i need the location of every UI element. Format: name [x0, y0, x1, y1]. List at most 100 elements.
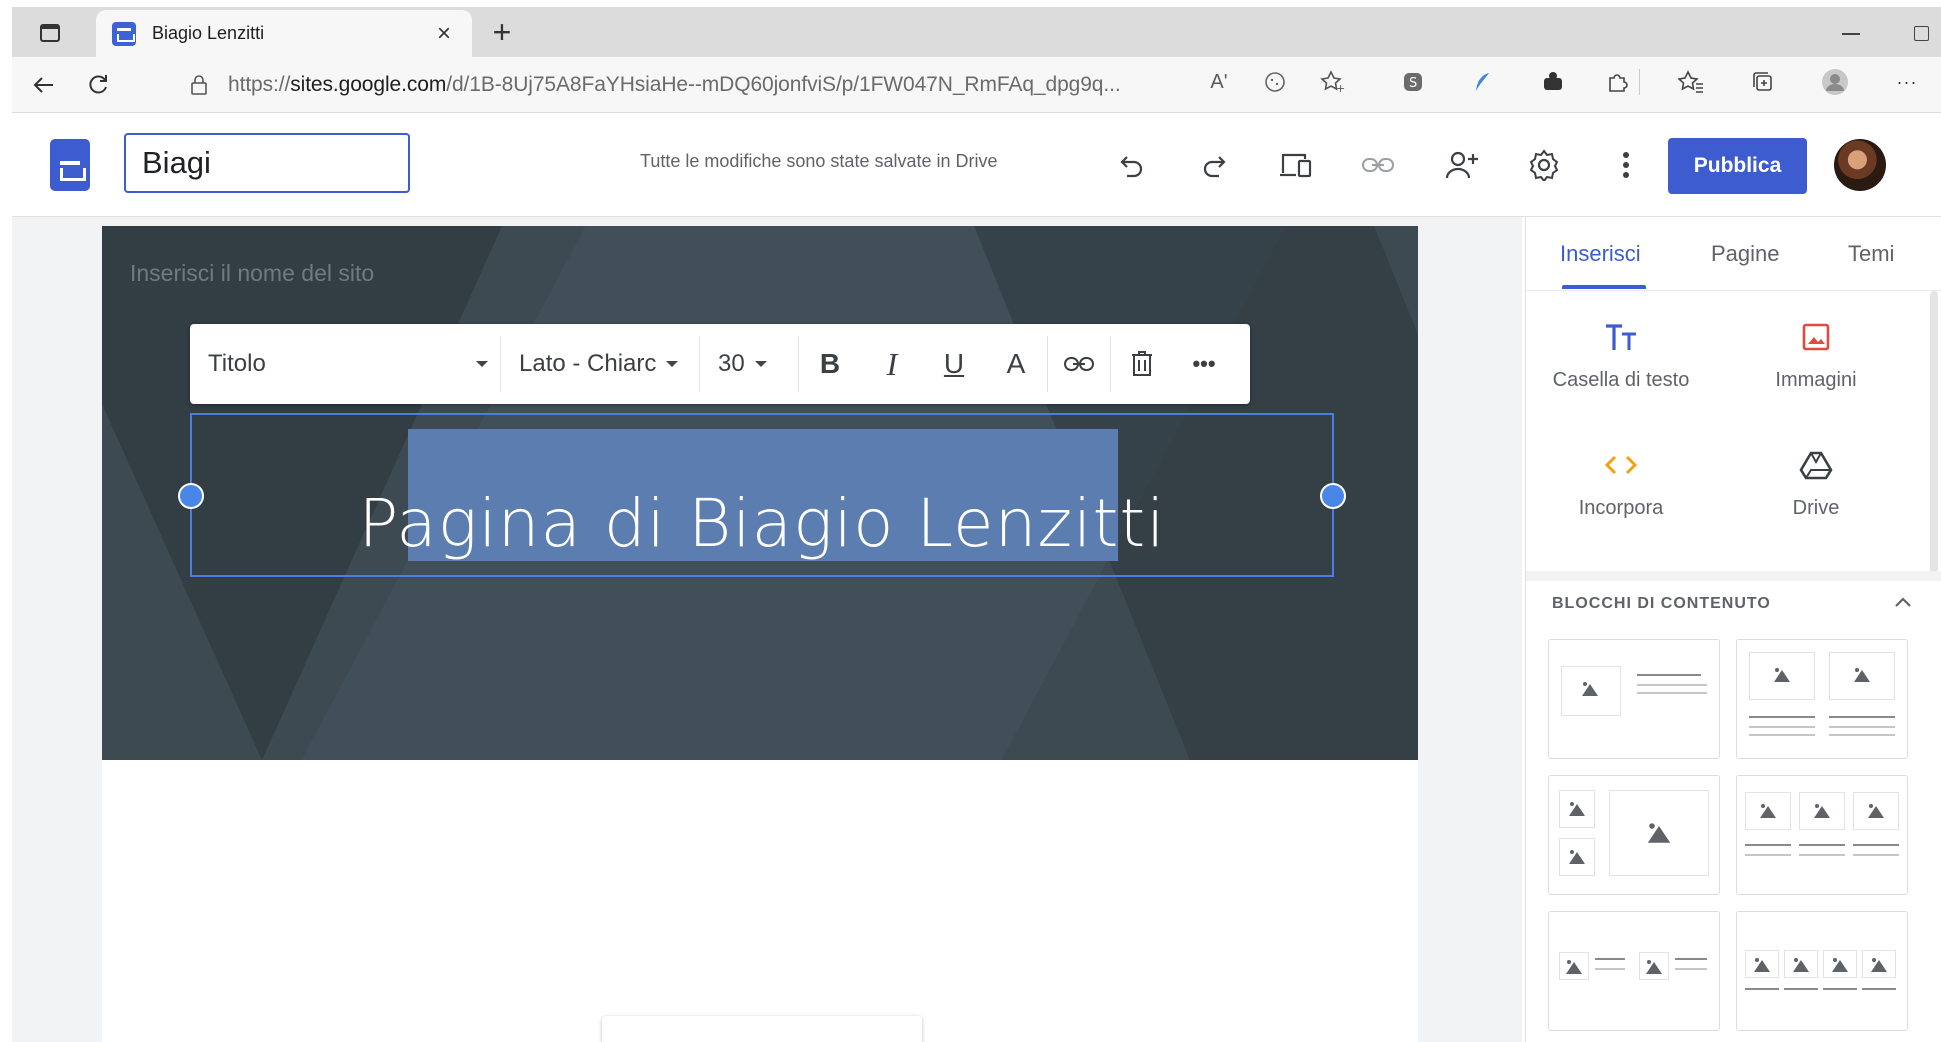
more-options-button[interactable]: ••• [1173, 324, 1235, 404]
panel-scrollbar[interactable] [1930, 291, 1938, 581]
extension-icon[interactable]: S [1398, 67, 1428, 97]
underline-button[interactable]: U [923, 324, 985, 404]
chevron-up-icon[interactable] [1886, 585, 1920, 619]
content-block-layout[interactable] [1548, 911, 1720, 1031]
layout-line [1799, 844, 1845, 846]
font-family-select[interactable]: Lato - Chiarc [501, 324, 699, 404]
save-status: Tutte le modifiche sono state salvate in… [640, 151, 998, 171]
insert-embed[interactable]: Incorpora [1526, 445, 1716, 555]
resize-handle-left[interactable] [178, 483, 204, 509]
panel-tabs: Inserisci Pagine Temi [1526, 217, 1941, 291]
layout-line [1749, 734, 1815, 736]
content-block-layout[interactable] [1548, 639, 1720, 759]
layout-line [1745, 854, 1791, 856]
undo-icon[interactable] [1110, 143, 1154, 187]
tab-title: Biagio Lenzitti [152, 23, 265, 43]
text-format-toolbar: Titolo Lato - Chiarc 30 B I U A ••• [190, 324, 1250, 404]
insert-images[interactable]: Immagini [1721, 317, 1911, 427]
address-bar[interactable]: https://sites.google.com/d/1B-8Uj75A8FaY… [182, 63, 1372, 107]
text-box-icon [1604, 317, 1638, 357]
layout-line [1637, 684, 1707, 686]
layout-line [1675, 958, 1707, 960]
layout-line [1823, 988, 1857, 990]
layout-line [1749, 726, 1815, 728]
extension-puzzle-icon[interactable] [1538, 67, 1568, 97]
toolbar-divider [1638, 67, 1640, 97]
sites-logo-icon[interactable] [50, 139, 90, 191]
new-tab-button[interactable]: + [482, 15, 522, 51]
lock-icon[interactable] [182, 74, 216, 96]
layout-line [1853, 844, 1899, 846]
content-block-layout[interactable] [1736, 775, 1908, 895]
image-placeholder-icon [1772, 668, 1792, 682]
font-size-select[interactable]: 30 [700, 324, 798, 404]
tracking-prevention-icon[interactable] [1260, 67, 1290, 97]
paragraph-style-select[interactable]: Titolo [190, 324, 500, 404]
preview-icon[interactable] [1274, 143, 1318, 187]
content-block-layout[interactable] [1736, 639, 1908, 759]
layout-line [1637, 674, 1701, 676]
insert-link-icon[interactable] [1048, 324, 1110, 404]
collections-icon[interactable] [1748, 67, 1778, 97]
delete-icon[interactable] [1111, 324, 1173, 404]
content-block-layout[interactable] [1736, 911, 1908, 1031]
active-tab-indicator [1562, 285, 1646, 289]
tab-close-button[interactable]: × [430, 20, 458, 48]
tab-pages[interactable]: Pagine [1711, 241, 1780, 267]
tab-actions-icon[interactable] [30, 15, 70, 51]
maximize-button[interactable] [1904, 19, 1938, 47]
tab-themes[interactable]: Temi [1848, 241, 1894, 267]
insert-item-label: Drive [1792, 497, 1840, 519]
screen: Biagio Lenzitti × + https://sites.google… [0, 0, 1941, 1042]
site-name-placeholder[interactable]: Inserisci il nome del sito [130, 260, 374, 287]
image-icon [1801, 317, 1831, 357]
italic-button[interactable]: I [861, 324, 923, 404]
minimize-button[interactable] [1834, 19, 1868, 47]
feather-icon[interactable] [1468, 67, 1498, 97]
insert-item-label: Immagini [1775, 369, 1857, 391]
site-title-input[interactable] [124, 133, 410, 193]
text-color-button[interactable]: A [985, 324, 1047, 404]
link-icon[interactable] [1356, 143, 1400, 187]
image-placeholder-icon [1752, 958, 1772, 972]
page-title[interactable]: Pagina di Biagio Lenzitti [192, 485, 1332, 562]
layout-line [1749, 716, 1815, 718]
embed-icon [1604, 445, 1638, 485]
insert-item-label: Casella di testo [1552, 369, 1690, 391]
content-block-layout[interactable] [1548, 775, 1720, 895]
more-icon[interactable]: ··· [1892, 67, 1922, 97]
layout-line [1595, 958, 1625, 960]
favorite-icon[interactable]: + [1318, 67, 1348, 97]
title-text-box[interactable]: Pagina di Biagio Lenzitti [178, 413, 1346, 577]
publish-button[interactable]: Pubblica [1668, 138, 1807, 194]
read-aloud-icon[interactable]: Aʹ [1204, 67, 1234, 97]
image-placeholder-icon [1567, 850, 1587, 864]
url-prefix: https:// [228, 73, 291, 96]
resize-handle-right[interactable] [1320, 483, 1346, 509]
layout-line [1784, 988, 1818, 990]
insert-text-box[interactable]: Casella di testo [1526, 317, 1716, 427]
image-placeholder-icon [1791, 958, 1811, 972]
back-icon[interactable] [24, 65, 64, 105]
share-icon[interactable] [1440, 143, 1484, 187]
header-section[interactable]: Inserisci il nome del sito Titolo Lato -… [102, 226, 1418, 760]
section-divider [1526, 571, 1941, 581]
image-placeholder-icon [1866, 804, 1886, 818]
favorites-icon[interactable] [1676, 67, 1706, 97]
redo-icon[interactable] [1192, 143, 1236, 187]
browser-tab[interactable]: Biagio Lenzitti × [96, 10, 472, 57]
insert-panel: Inserisci Pagine Temi Casella di testo I… [1525, 217, 1941, 1042]
image-placeholder-icon [1567, 802, 1587, 816]
image-placeholder-icon [1869, 958, 1889, 972]
bold-button[interactable]: B [799, 324, 861, 404]
reload-icon[interactable] [78, 65, 118, 105]
font-family-value: Lato - Chiarc [519, 350, 657, 377]
insert-drive[interactable]: Drive [1721, 445, 1911, 555]
avatar[interactable] [1834, 139, 1886, 191]
tab-insert[interactable]: Inserisci [1560, 241, 1641, 267]
profile-icon[interactable] [1820, 67, 1850, 97]
settings-icon[interactable] [1522, 143, 1566, 187]
layout-line [1829, 734, 1895, 736]
more-vert-icon[interactable] [1604, 143, 1648, 187]
extensions-icon[interactable] [1602, 67, 1632, 97]
